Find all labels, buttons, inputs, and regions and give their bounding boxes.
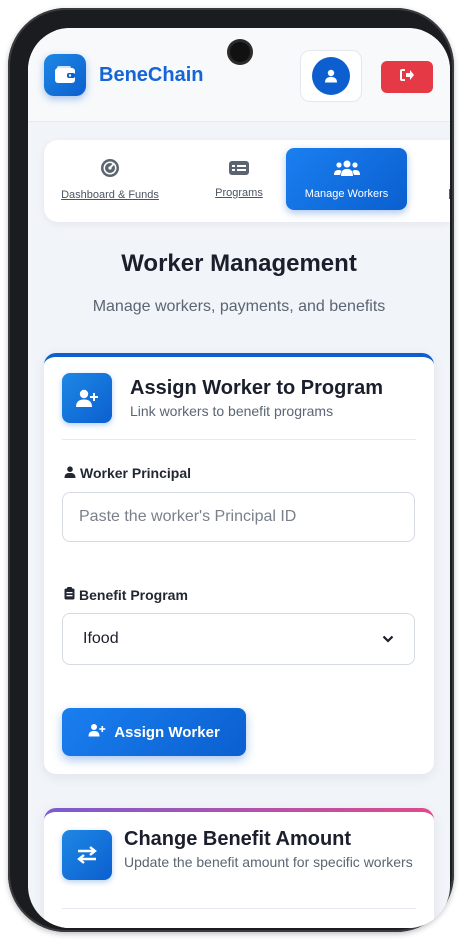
worker-principal-label: Worker Principal xyxy=(80,465,192,481)
page-subtitle: Manage workers, payments, and benefits xyxy=(92,298,386,315)
user-plus-icon xyxy=(62,373,112,423)
change-card-subtitle: Update the benefit amount for specific w… xyxy=(124,854,413,870)
nav-item-programs[interactable]: Programs xyxy=(204,148,274,210)
brand-name[interactable]: BeneChain xyxy=(99,64,203,87)
nav-item-next-partial[interactable] xyxy=(440,148,450,210)
assign-card-subtitle: Link workers to benefit programs xyxy=(130,403,334,419)
user-icon xyxy=(312,57,350,95)
main-nav: Dashboard & Funds Programs Manage Worker… xyxy=(44,140,450,222)
nav-label-programs: Programs xyxy=(215,186,263,199)
benefit-program-select[interactable]: Ifood xyxy=(62,613,415,665)
benefit-program-label: Benefit Program xyxy=(79,587,188,603)
dashboard-gauge-icon xyxy=(100,158,120,181)
card-divider xyxy=(62,908,416,909)
phone-frame: BeneChain Dashboard & Funds Programs Man… xyxy=(8,8,454,932)
user-profile-button[interactable] xyxy=(300,50,362,102)
card-divider xyxy=(62,439,416,440)
user-icon xyxy=(64,465,76,481)
logout-button[interactable] xyxy=(381,61,433,93)
nav-label-manage-workers: Manage Workers xyxy=(304,187,389,200)
assign-worker-card: Assign Worker to Program Link workers to… xyxy=(44,353,434,774)
wallet-icon[interactable] xyxy=(44,54,86,96)
chevron-down-icon xyxy=(382,630,394,648)
clipboard-list-icon xyxy=(64,587,75,603)
assign-worker-button-label: Assign Worker xyxy=(114,723,220,741)
users-icon xyxy=(333,159,360,180)
nav-overflow-indicator xyxy=(449,189,450,199)
nav-item-manage-workers[interactable]: Manage Workers xyxy=(286,148,407,210)
logout-icon xyxy=(399,68,415,87)
change-benefit-card: Change Benefit Amount Update the benefit… xyxy=(44,808,434,928)
worker-principal-label-row: Worker Principal xyxy=(64,465,191,481)
nav-label-dashboard: Dashboard & Funds xyxy=(61,188,159,201)
front-camera xyxy=(230,42,250,62)
exchange-arrows-icon xyxy=(62,830,112,880)
id-card-icon xyxy=(228,160,250,179)
benefit-program-label-row: Benefit Program xyxy=(64,587,188,603)
nav-item-dashboard[interactable]: Dashboard & Funds xyxy=(50,148,170,210)
user-plus-icon xyxy=(88,723,106,741)
benefit-program-selected: Ifood xyxy=(83,630,119,647)
worker-principal-input[interactable] xyxy=(62,492,415,542)
change-card-title: Change Benefit Amount xyxy=(124,828,352,850)
page-title: Worker Management xyxy=(121,250,357,277)
assign-worker-button[interactable]: Assign Worker xyxy=(62,708,246,756)
assign-card-title: Assign Worker to Program xyxy=(130,377,384,399)
app-screen: BeneChain Dashboard & Funds Programs Man… xyxy=(28,28,450,928)
